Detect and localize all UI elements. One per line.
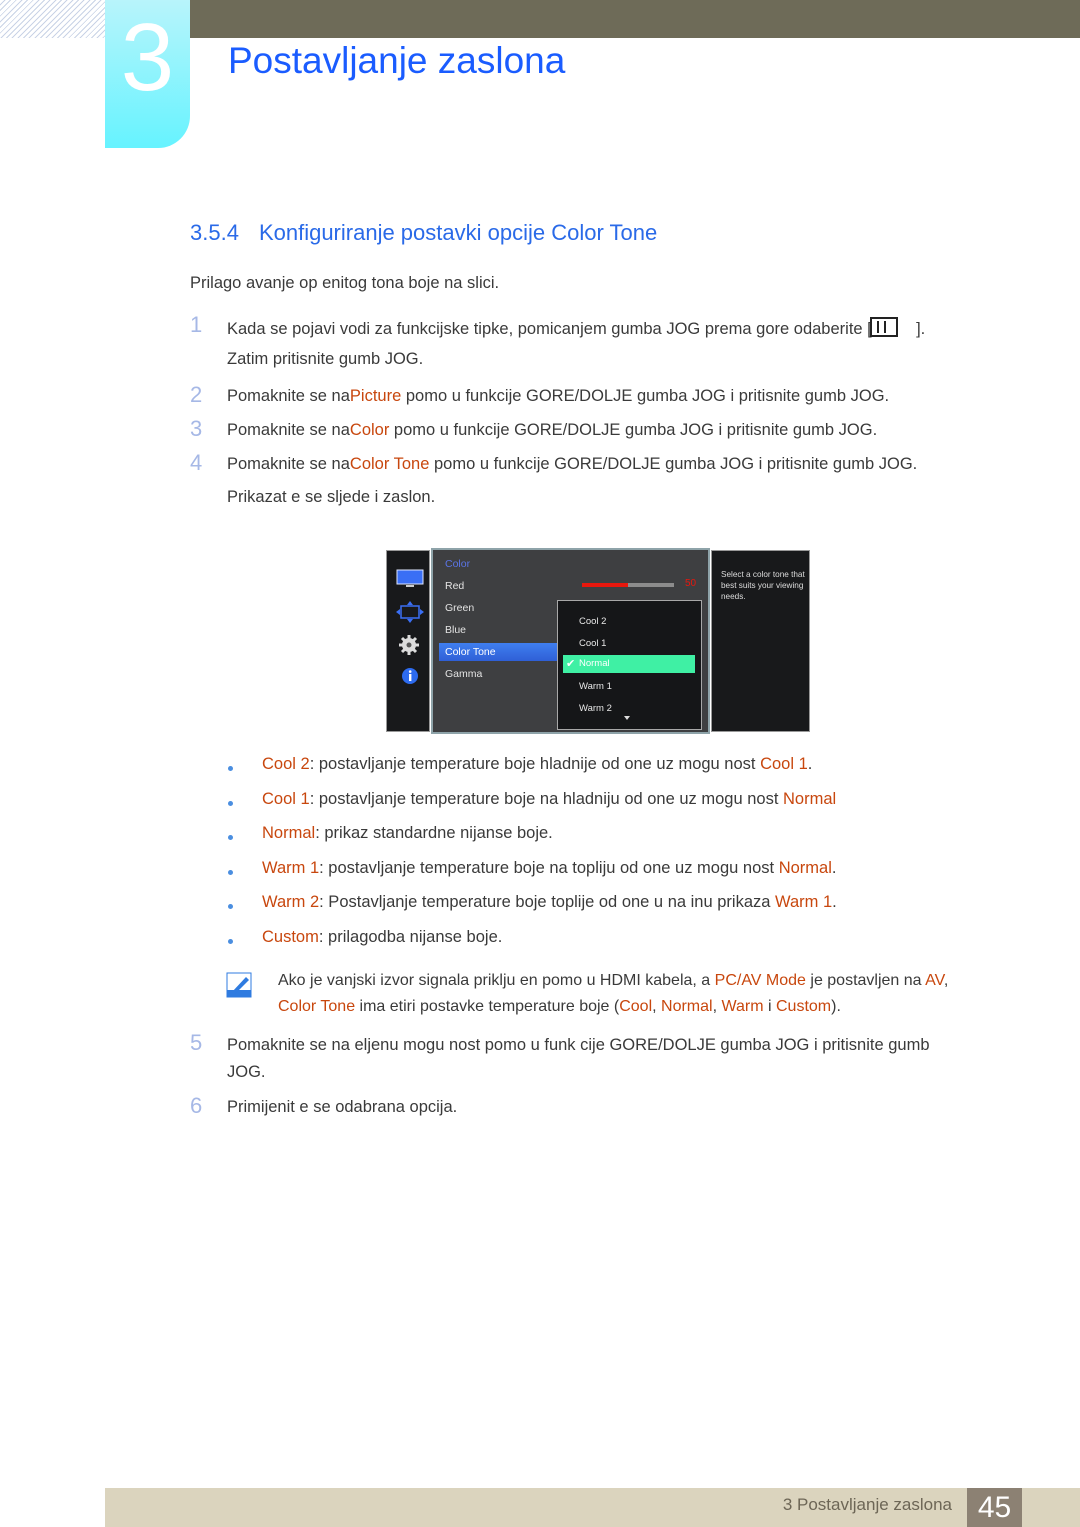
step-6-text: Primijenit e se odabrana opcija. [227,1098,458,1116]
osd-menu-item-gamma[interactable]: Gamma [445,668,482,680]
scroll-down-arrow-icon[interactable] [624,716,630,720]
step-number: 6 [190,1093,203,1118]
gear-icon [399,635,419,655]
header-bar [190,0,1080,38]
info-icon [402,668,418,684]
bullet-icon [228,835,233,841]
option-item: Cool 1: postavljanje temperature boje na… [262,789,837,808]
monitor-icon [396,569,424,587]
option-item: Warm 2: Postavljanje temperature boje to… [262,893,837,912]
osd-menu-item-green[interactable]: Green [445,602,474,614]
header-hatch-decoration [0,0,105,38]
option-item: Cool 2: postavljanje temperature boje hl… [262,755,813,773]
osd-help-text: Select a color tone that best suits your… [721,570,805,601]
step-1-text: Kada se pojavi vodi za funkcijske tipke,… [227,317,925,339]
osd-menu-header: Color [445,558,471,570]
step-number: 2 [190,382,203,407]
osd-icon-column [386,550,430,732]
bullet-icon [228,939,233,944]
step-5-text: Pomaknite se na eljenu mogu nost pomo u … [227,1036,930,1054]
step-3-text: Pomaknite se naColor pomo u funkcije GOR… [227,421,878,439]
osd-menu-item-blue[interactable]: Blue [445,624,466,636]
footer-chapter-label: 3 Postavljanje zaslona [782,1495,952,1514]
note-line-1: Ako je vanjski izvor signala priklju en … [278,972,949,989]
bullet-icon [228,766,233,771]
red-slider-value: 50 [685,578,697,589]
color-tone-dropdown: Cool 2 Cool 1 ✔ Normal Warm 1 Warm 2 [557,600,702,730]
step-number: 4 [190,450,203,475]
osd-menu-item-color-tone[interactable]: Color Tone [439,643,557,661]
step-2-text: Pomaknite se naPicture pomo u funkcije G… [227,387,890,405]
option-item: Normal: prikaz standardne nijanse boje. [262,824,553,843]
chapter-title: Postavljanje zaslona [228,40,566,81]
resize-arrows-icon [396,601,424,623]
chapter-tab: 3 [105,0,190,148]
step-4-text-line2: Prikazat e se sljede i zaslon. [227,488,436,506]
section-title: 3.5.4 Konfiguriranje postavki opcije Colo… [190,220,657,246]
chapter-number: 3 [120,4,175,111]
section-title-text: Konfiguriranje postavki opcije Color Ton… [258,220,658,245]
checkmark-icon: ✔ [566,658,576,670]
osd-menu-item-red[interactable]: Red [445,580,464,592]
dropdown-option-cool-2[interactable]: Cool 2 [579,616,606,627]
osd-screenshot: Color Red 50 Green Blue Color Tone Gamma… [386,548,810,734]
osd-help-panel: Select a color tone that best suits your… [711,550,810,732]
dropdown-option-normal[interactable]: ✔ Normal [563,655,695,673]
bullet-icon [228,800,233,806]
dropdown-option-warm-2[interactable]: Warm 2 [579,703,612,714]
page-number: 45 [967,1488,1022,1527]
osd-menu-panel: Color Red 50 Green Blue Color Tone Gamma… [431,548,710,734]
step-4-text: Pomaknite se naColor Tone pomo u funkcij… [227,455,918,473]
page-footer: 3 Postavljanje zaslona 45 [105,1488,1080,1527]
step-1-text-line2: Zatim pritisnite gumb JOG. [227,350,424,368]
dropdown-option-warm-1[interactable]: Warm 1 [579,681,612,692]
dropdown-option-cool-1[interactable]: Cool 1 [579,638,606,649]
red-slider[interactable] [582,583,674,587]
section-number: 3.5.4 [190,220,239,245]
step-number: 5 [190,1030,203,1055]
menu-grid-icon [869,317,898,337]
option-item: Custom: prilagodba nijanse boje. [262,928,503,946]
note-pencil-icon [226,972,252,998]
step-number: 3 [190,416,203,441]
step-number: 1 [190,312,203,337]
note-line-2: Color Tone ima etiri postavke temperatur… [278,998,841,1015]
option-item: Warm 1: postavljanje temperature boje na… [262,858,837,877]
intro-text: Prilago avanje op enitog tona boje na sl… [190,274,500,292]
bullet-icon [228,869,233,875]
bullet-icon [228,904,233,910]
step-5-text-line2: JOG. [227,1063,266,1081]
red-slider-fill [582,583,628,587]
